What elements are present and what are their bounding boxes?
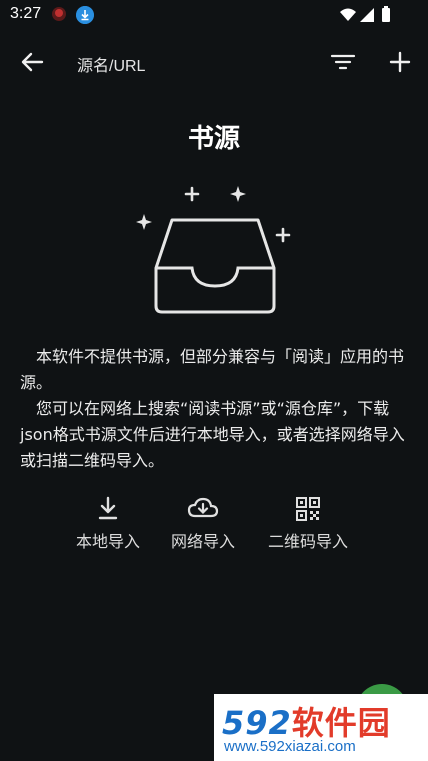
description-paragraph: 本软件不提供书源，但部分兼容与「阅读」应用的书源。 — [20, 347, 405, 392]
network-import-button[interactable]: 网络导入 — [171, 496, 235, 552]
empty-state-title: 书源 — [187, 124, 240, 154]
watermark-name: 软件园 — [291, 704, 391, 742]
watermark-number: 592 — [222, 704, 292, 742]
wifi-icon — [340, 8, 356, 21]
local-import-label: 本地导入 — [76, 532, 141, 551]
site-watermark: 592软件园 www.592xiazai.com — [214, 694, 428, 761]
system-status-icons — [340, 6, 390, 22]
app-notification-icon — [52, 7, 66, 21]
qr-import-label: 二维码导入 — [268, 532, 349, 551]
search-input[interactable]: 源名/URL — [77, 52, 145, 76]
download-icon — [98, 496, 118, 520]
add-icon[interactable] — [386, 48, 414, 76]
status-bar: 3:27 — [0, 0, 428, 30]
status-time: 3:27 — [10, 5, 42, 22]
empty-inbox-icon — [136, 186, 291, 314]
network-import-label: 网络导入 — [171, 532, 236, 551]
qr-code-icon — [296, 497, 320, 521]
filter-icon[interactable] — [330, 48, 356, 76]
import-actions: 本地导入 网络导入 二维码导入 — [60, 496, 370, 556]
watermark-url: www.592xiazai.com — [224, 738, 356, 755]
download-notification-icon — [76, 6, 94, 24]
local-import-button[interactable]: 本地导入 — [76, 496, 140, 552]
battery-icon — [382, 8, 390, 22]
qr-import-button[interactable]: 二维码导入 — [268, 496, 348, 552]
top-toolbar: 源名/URL — [0, 30, 428, 92]
description-paragraph: 您可以在网络上搜索“阅读书源”或“源仓库”，下载json格式书源文件后进行本地导… — [20, 399, 405, 470]
empty-state-description: 本软件不提供书源，但部分兼容与「阅读」应用的书源。 您可以在网络上搜索“阅读书源… — [20, 344, 410, 474]
back-arrow-icon[interactable] — [18, 48, 46, 76]
cloud-download-icon — [187, 497, 219, 518]
signal-icon — [360, 8, 374, 22]
